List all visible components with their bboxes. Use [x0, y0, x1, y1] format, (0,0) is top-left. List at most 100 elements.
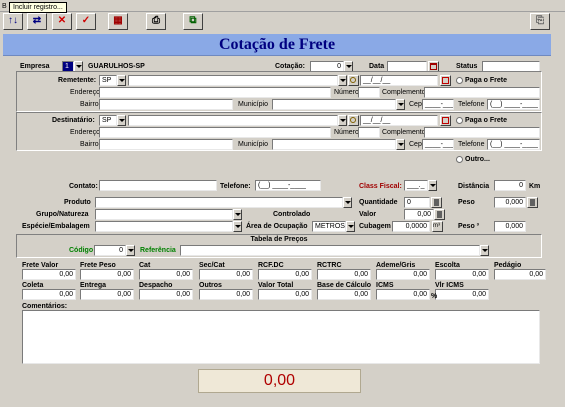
- peso3-label: Peso ³: [458, 223, 480, 230]
- destinatario-bairro-label: Bairro: [80, 141, 99, 148]
- destinatario-numero-field[interactable]: [358, 127, 380, 138]
- page-title: Cotação de Frete: [218, 36, 336, 53]
- navigate-button[interactable]: ↑↓: [3, 13, 23, 30]
- produto-field[interactable]: [95, 197, 343, 208]
- peso3-field[interactable]: 0,000: [494, 221, 526, 232]
- especie-dropdown[interactable]: [233, 221, 242, 232]
- swap-button[interactable]: ⇄: [27, 13, 47, 30]
- remetente-endereco-field[interactable]: [99, 87, 331, 98]
- calculator-icon: [530, 199, 535, 206]
- charge-value-field[interactable]: 0,00: [435, 269, 489, 280]
- destinatario-telefone-label: Telefone: [458, 141, 485, 148]
- destinatario-search-button[interactable]: [348, 115, 359, 126]
- remetente-complemento-field[interactable]: [424, 87, 540, 98]
- charge-value-field[interactable]: 0,00: [139, 269, 193, 280]
- class-fiscal-dropdown[interactable]: [428, 180, 437, 191]
- charge-value-field[interactable]: 0,00: [80, 269, 134, 280]
- telefone-contato-field[interactable]: (__) ____-____: [255, 180, 321, 191]
- confirm-button[interactable]: ✓: [76, 13, 96, 30]
- grupo-field[interactable]: [95, 209, 233, 220]
- charge-value-field[interactable]: 0,00: [80, 289, 134, 300]
- destinatario-uf-dropdown[interactable]: [117, 115, 126, 126]
- search-icon: [350, 117, 356, 123]
- copy-button[interactable]: ⧉: [183, 13, 203, 30]
- destinatario-telefone-field[interactable]: (__) ____-____: [487, 139, 540, 150]
- destinatario-endereco-field[interactable]: [99, 127, 331, 138]
- m3-label: m³: [433, 223, 440, 229]
- charge-value-field[interactable]: 0,00: [199, 269, 253, 280]
- quantidade-calc-button[interactable]: [431, 197, 442, 208]
- charge-value-field[interactable]: 0,00: [22, 289, 76, 300]
- remetente-telefone-label: Telefone: [458, 101, 485, 108]
- destinatario-date-field[interactable]: __/__/__: [360, 115, 438, 126]
- destinatario-bairro-field[interactable]: [99, 139, 233, 150]
- remetente-municipio-field[interactable]: [272, 99, 396, 110]
- cubagem-label: Cubagem: [359, 223, 391, 230]
- destinatario-name-dropdown[interactable]: [338, 115, 347, 126]
- calculator-button[interactable]: ▦: [108, 13, 128, 30]
- close-icon: ✕: [57, 15, 67, 26]
- remetente-name-dropdown[interactable]: [338, 75, 347, 86]
- destinatario-complemento-field[interactable]: [424, 127, 540, 138]
- remetente-cep-field[interactable]: ____-___: [422, 99, 454, 110]
- grupo-dropdown[interactable]: [233, 209, 242, 220]
- remetente-search-button[interactable]: [348, 75, 359, 86]
- especie-field[interactable]: [95, 221, 233, 232]
- remetente-date-field[interactable]: __/__/__: [360, 75, 438, 86]
- destinatario-municipio-dropdown[interactable]: [396, 139, 405, 150]
- contato-field[interactable]: [99, 180, 217, 191]
- valor-calc-button[interactable]: [434, 209, 445, 220]
- destinatario-name-field[interactable]: [128, 115, 338, 126]
- quantidade-field[interactable]: 0: [404, 197, 430, 208]
- charge-value-field[interactable]: 0,00: [435, 289, 489, 300]
- charge-value-field[interactable]: 0,00: [139, 289, 193, 300]
- remetente-link-button[interactable]: [440, 75, 451, 86]
- remetente-cep-label: Cep: [409, 101, 422, 108]
- peso-calc-button[interactable]: [527, 197, 538, 208]
- outro-radio[interactable]: [456, 156, 463, 163]
- charge-value-field[interactable]: 0,00: [258, 289, 312, 300]
- referencia-field[interactable]: [180, 245, 480, 256]
- remetente-uf-dropdown[interactable]: [117, 75, 126, 86]
- destinatario-municipio-field[interactable]: [272, 139, 396, 150]
- destinatario-paga-frete-radio[interactable]: [456, 117, 463, 124]
- area-dropdown[interactable]: [346, 221, 355, 232]
- valor-field[interactable]: 0,00: [404, 209, 434, 220]
- referencia-dropdown[interactable]: [480, 245, 489, 256]
- charge-value-field[interactable]: 0,00: [199, 289, 253, 300]
- remetente-paga-frete-radio[interactable]: [456, 77, 463, 84]
- exit-button[interactable]: ⎘: [530, 13, 550, 30]
- distancia-field[interactable]: 0: [494, 180, 526, 191]
- codigo-label: Código: [69, 247, 94, 254]
- remetente-uf-field[interactable]: SP: [99, 75, 117, 86]
- charge-value-field[interactable]: 0,00: [376, 269, 430, 280]
- cubagem-field[interactable]: 0,0000: [392, 221, 430, 232]
- charge-value-field[interactable]: 0,00: [376, 289, 430, 300]
- class-fiscal-field[interactable]: ___._: [404, 180, 428, 191]
- remetente-municipio-dropdown[interactable]: [396, 99, 405, 110]
- outro-label: Outro...: [465, 156, 490, 163]
- remetente-numero-field[interactable]: [358, 87, 380, 98]
- destinatario-link-button[interactable]: [440, 115, 451, 126]
- destinatario-cep-field[interactable]: ____-___: [422, 139, 454, 150]
- codigo-field[interactable]: 0: [94, 245, 126, 256]
- charge-value-field[interactable]: 0,00: [494, 269, 546, 280]
- remetente-bairro-field[interactable]: [99, 99, 233, 110]
- cubagem-m3-button[interactable]: m³: [432, 221, 443, 232]
- charge-value-field[interactable]: 0,00: [258, 269, 312, 280]
- produto-dropdown[interactable]: [343, 197, 352, 208]
- charge-value-field[interactable]: 0,00: [317, 289, 371, 300]
- area-field[interactable]: METROS: [312, 221, 346, 232]
- charge-value-field[interactable]: 0,00: [317, 269, 371, 280]
- destinatario-uf-field[interactable]: SP: [99, 115, 117, 126]
- remetente-telefone-field[interactable]: (__) ____-____: [487, 99, 540, 110]
- cancel-button[interactable]: ✕: [52, 13, 72, 30]
- codigo-dropdown[interactable]: [126, 245, 135, 256]
- peso-field[interactable]: 0,000: [494, 197, 526, 208]
- calculator-icon: [437, 211, 442, 218]
- class-fiscal-label: Class Fiscal:: [359, 183, 402, 190]
- print-button[interactable]: ⎙: [146, 13, 166, 30]
- remetente-name-field[interactable]: [128, 75, 338, 86]
- charge-value-field[interactable]: 0,00: [22, 269, 76, 280]
- comentarios-field[interactable]: [22, 310, 540, 364]
